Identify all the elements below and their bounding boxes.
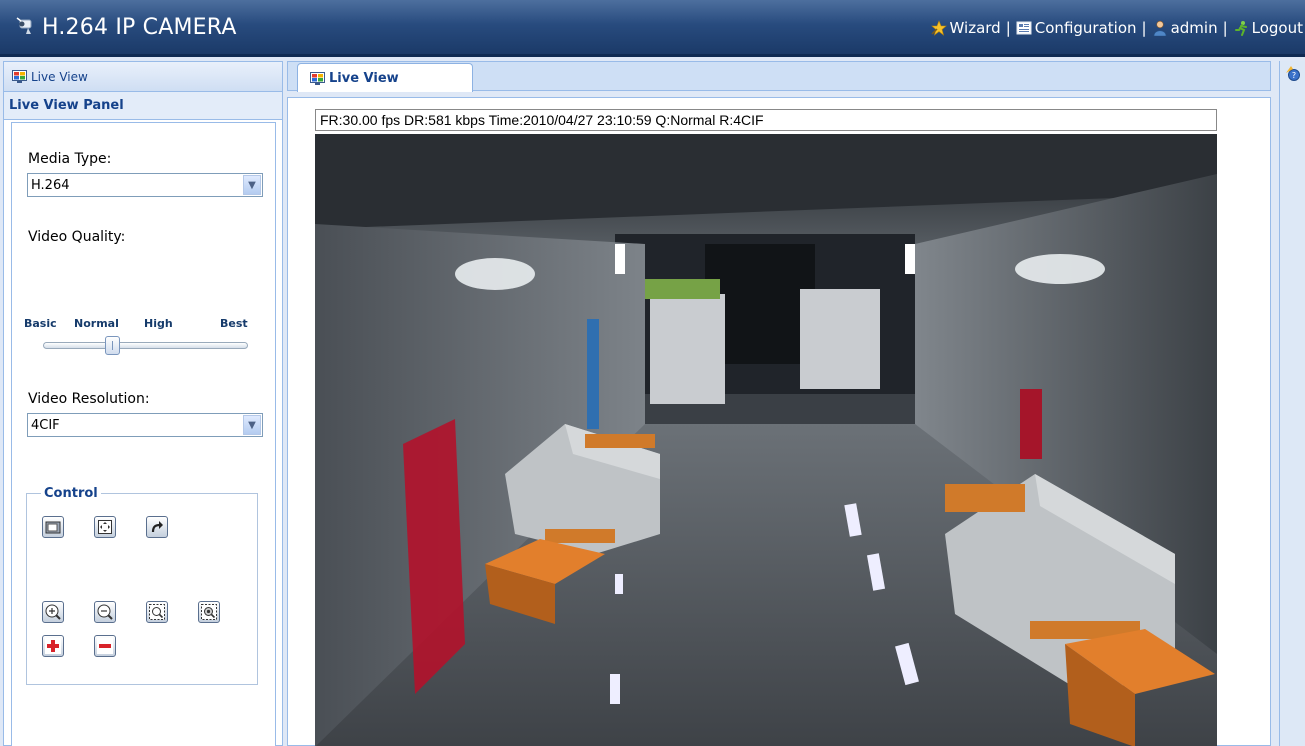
side-panel-title-bar: Live View [4, 62, 282, 92]
wizard-link[interactable]: Wizard [930, 19, 1001, 37]
wizard-star-icon [930, 20, 947, 36]
video-quality-label: Video Quality: [28, 229, 126, 245]
configuration-icon [1016, 21, 1032, 35]
admin-user-link[interactable]: admin [1152, 19, 1218, 37]
main-content-area: Live View FR:30.00 fps DR:581 kbps Time:… [287, 61, 1271, 746]
video-resolution-select[interactable]: 4CIF ▼ [27, 413, 263, 437]
plus-button[interactable] [42, 635, 64, 657]
control-legend: Control [41, 486, 101, 501]
nav-separator: | [1222, 19, 1228, 37]
stream-status-bar: FR:30.00 fps DR:581 kbps Time:2010/04/27… [315, 109, 1217, 131]
live-video-feed[interactable] [315, 134, 1217, 746]
live-view-content: FR:30.00 fps DR:581 kbps Time:2010/04/27… [287, 97, 1271, 746]
camera-logo-icon [16, 17, 32, 34]
rotate-button[interactable] [146, 516, 168, 538]
quality-level-basic: Basic [24, 317, 57, 330]
logout-link[interactable]: Logout [1233, 19, 1303, 37]
top-navigation: Wizard | Configuration | admin | Logout [930, 19, 1303, 37]
video-quality-slider-thumb[interactable] [105, 336, 120, 355]
zoom-out-button[interactable] [94, 601, 116, 623]
live-view-panel-body: Media Type: H.264 ▼ Video Quality: Basic… [11, 122, 276, 746]
help-icon[interactable]: ? [1285, 65, 1301, 81]
logout-label: Logout [1251, 19, 1303, 37]
quality-level-high: High [144, 317, 173, 330]
app-title: H.264 IP CAMERA [42, 15, 237, 40]
fullscreen-icon [98, 520, 112, 534]
svg-text:?: ? [1292, 71, 1296, 80]
quality-level-normal: Normal [74, 317, 119, 330]
control-divider [41, 587, 245, 588]
focus-near-icon [149, 604, 165, 620]
zoom-in-button[interactable] [42, 601, 64, 623]
right-help-strip: ? [1279, 61, 1305, 746]
tab-bar: Live View [287, 61, 1271, 92]
minus-button[interactable] [94, 635, 116, 657]
zoom-out-icon [97, 604, 113, 620]
focus-far-icon [201, 604, 217, 620]
live-view-icon [12, 70, 27, 83]
live-view-panel-header: Live View Panel [4, 92, 282, 120]
chevron-down-icon: ▼ [243, 415, 261, 435]
control-group: Control [26, 486, 258, 685]
chevron-down-icon: ▼ [243, 175, 261, 195]
nav-separator: | [1005, 19, 1011, 37]
live-view-side-panel: Live View Live View Panel Media Type: H.… [3, 61, 283, 746]
logout-icon [1234, 21, 1247, 36]
video-resolution-value: 4CIF [31, 418, 60, 433]
side-panel-title: Live View [31, 69, 88, 84]
redo-icon [151, 521, 163, 533]
tab-live-view-label: Live View [329, 70, 399, 86]
fullscreen-button[interactable] [94, 516, 116, 538]
plus-icon [45, 638, 61, 654]
header-bar: H.264 IP CAMERA Wizard | Configuration |… [0, 0, 1305, 57]
configuration-label: Configuration [1034, 19, 1137, 37]
admin-label: admin [1170, 19, 1218, 37]
tab-live-view[interactable]: Live View [297, 63, 473, 92]
video-quality-slider-track[interactable] [43, 342, 248, 349]
focus-far-button[interactable] [198, 601, 220, 623]
zoom-in-icon [45, 604, 61, 620]
snapshot-icon [45, 521, 61, 534]
app-window: H.264 IP CAMERA Wizard | Configuration |… [0, 0, 1305, 746]
nav-separator: | [1141, 19, 1147, 37]
configuration-link[interactable]: Configuration [1016, 19, 1137, 37]
minus-icon [97, 638, 113, 654]
media-type-select[interactable]: H.264 ▼ [27, 173, 263, 197]
quality-level-best: Best [220, 317, 248, 330]
video-resolution-label: Video Resolution: [28, 391, 150, 407]
user-icon [1153, 20, 1166, 36]
wizard-label: Wizard [949, 19, 1001, 37]
media-type-value: H.264 [31, 178, 70, 193]
video-frame-lobby-image [315, 134, 1217, 746]
live-view-icon [310, 71, 325, 85]
snapshot-button[interactable] [42, 516, 64, 538]
media-type-label: Media Type: [28, 151, 112, 167]
focus-near-button[interactable] [146, 601, 168, 623]
